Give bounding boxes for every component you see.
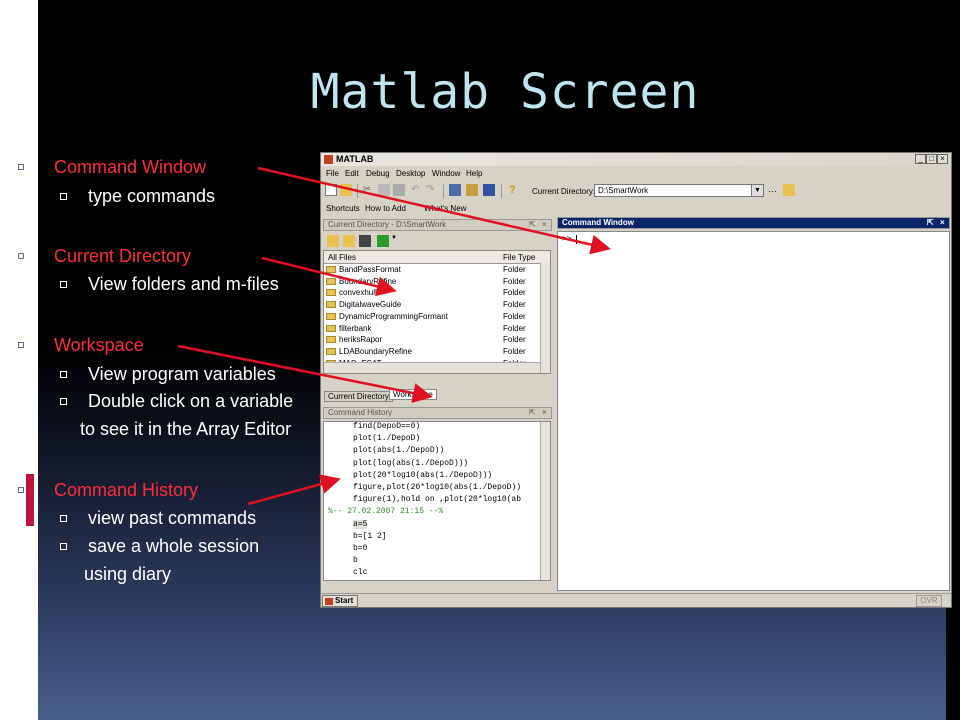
arrow-workspace [177,344,433,403]
arrow-command-window [257,166,611,255]
callout-arrows [177,166,611,506]
arrow-current-directory [261,256,397,297]
arrow-command-history [247,474,341,506]
